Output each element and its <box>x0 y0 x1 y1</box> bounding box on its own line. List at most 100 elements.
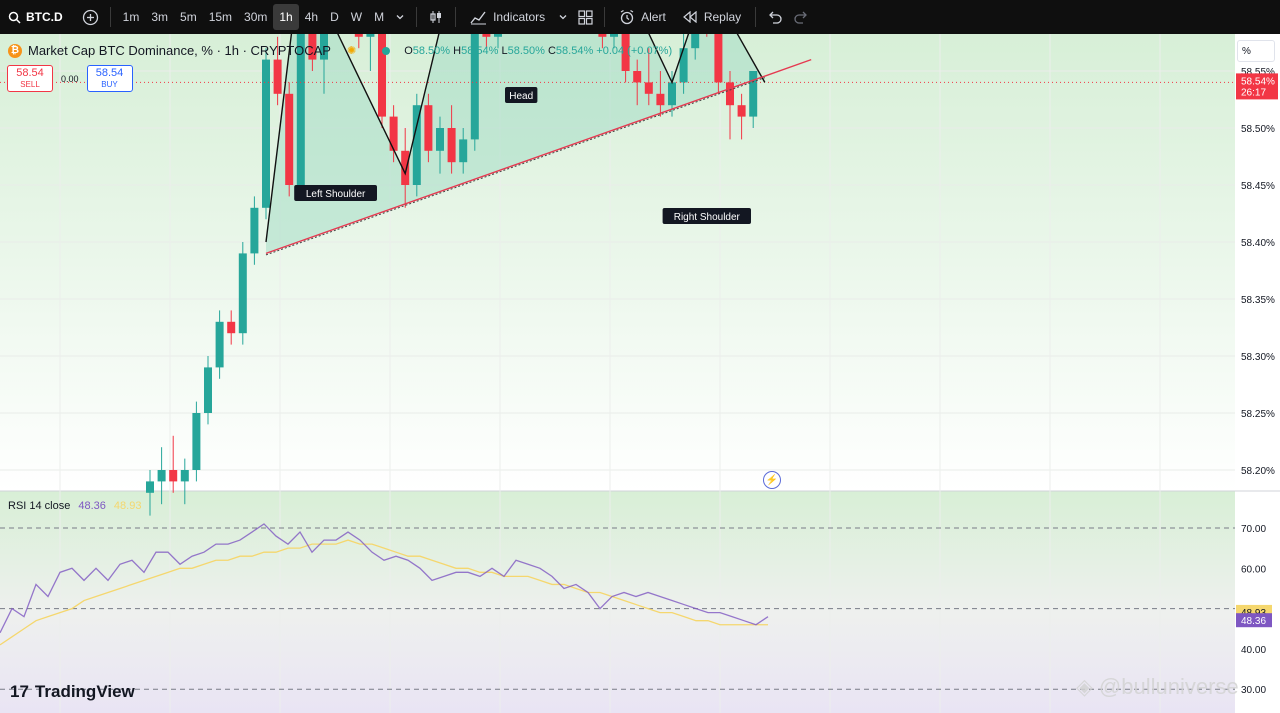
interval-w[interactable]: W <box>345 4 368 30</box>
sell-button[interactable]: 58.54 SELL <box>7 65 53 92</box>
legend-title[interactable]: Market Cap BTC Dominance, % · 1h · CRYPT… <box>28 43 331 58</box>
candle-body <box>169 470 178 482</box>
head-label: Head <box>509 91 533 102</box>
toolbar-divider <box>416 7 418 27</box>
alert-label: Alert <box>641 10 666 24</box>
chart-canvas[interactable]: Left ShoulderHeadRight Shoulder 58.90%58… <box>0 34 1280 713</box>
interval-15m[interactable]: 15m <box>203 4 238 30</box>
candle-body <box>459 139 468 163</box>
symbol-search[interactable]: BTC.D <box>0 4 77 30</box>
interval-30m[interactable]: 30m <box>238 4 273 30</box>
candle-body <box>633 71 642 83</box>
top-toolbar: BTC.D 1m 3m 5m 15m 30m 1h 4h D W M Indic… <box>0 0 1280 34</box>
candle-body <box>436 128 444 151</box>
sun-icon: ✺ <box>346 45 357 57</box>
candle-body <box>262 59 270 208</box>
rsi-legend: RSI 14 close 48.36 48.93 <box>8 500 141 512</box>
candle-body <box>668 82 676 106</box>
indicators-dropdown[interactable] <box>553 4 573 30</box>
candle-body <box>146 481 154 493</box>
candle-body <box>366 34 375 37</box>
candle-body <box>691 34 700 49</box>
interval-3m[interactable]: 3m <box>145 4 174 30</box>
candle-body <box>273 59 282 94</box>
candle-body <box>389 116 398 151</box>
candle-body <box>749 71 758 117</box>
candles-icon <box>428 9 444 25</box>
left-shoulder-label: Left Shoulder <box>306 189 366 200</box>
rsi-tick-label: 60.00 <box>1241 564 1266 575</box>
price-tick-label: 58.50% <box>1241 124 1275 135</box>
rsi-tick-label: 40.00 <box>1241 645 1266 656</box>
toolbar-divider <box>109 7 111 27</box>
rsi-value: 48.36 <box>78 500 106 512</box>
candle-body <box>610 34 618 37</box>
watermark: ◈ @bulluniverse <box>1076 674 1239 700</box>
indicators-label: Indicators <box>493 10 546 24</box>
right-shoulder-label: Right Shoulder <box>674 212 741 223</box>
rsi-title[interactable]: RSI 14 close <box>8 500 70 512</box>
watermark-text: @bulluniverse <box>1098 674 1239 699</box>
interval-d[interactable]: D <box>324 4 345 30</box>
chart-type-button[interactable] <box>423 4 449 30</box>
rsi-tick-label: 70.00 <box>1241 524 1266 535</box>
plus-circle-icon <box>82 9 99 26</box>
chart-area[interactable]: Left ShoulderHeadRight Shoulder 58.90%58… <box>0 34 1280 713</box>
candle-body <box>227 321 236 334</box>
indicators-button[interactable]: Indicators <box>462 4 553 30</box>
interval-5m[interactable]: 5m <box>174 4 203 30</box>
interval-1m[interactable]: 1m <box>117 4 146 30</box>
alert-button[interactable]: Alert <box>611 4 674 30</box>
scale-unit-button[interactable]: % <box>1237 40 1275 62</box>
candle-body <box>412 105 421 185</box>
candle-body <box>157 470 166 482</box>
trade-buttons: 58.54 SELL 0.00 58.54 BUY <box>7 65 133 92</box>
candle-body <box>215 321 224 368</box>
toolbar-divider <box>604 7 606 27</box>
candle-body <box>737 105 746 117</box>
grid-icon <box>578 9 593 25</box>
redo-button[interactable] <box>788 4 814 30</box>
symbol-label: BTC.D <box>26 10 63 24</box>
candle-body <box>714 34 723 83</box>
interval-dropdown[interactable] <box>390 4 410 30</box>
candle-body <box>644 82 653 94</box>
interval-m[interactable]: M <box>368 4 390 30</box>
toolbar-divider <box>755 7 757 27</box>
candle-body <box>494 34 502 37</box>
series-legend: ₿ Market Cap BTC Dominance, % · 1h · CRY… <box>8 43 672 58</box>
tradingview-logo-mark: 17 <box>10 682 29 701</box>
market-status-dot <box>382 46 391 55</box>
buy-button[interactable]: 58.54 BUY <box>86 65 133 92</box>
price-tick-label: 58.30% <box>1241 352 1275 363</box>
candle-body <box>204 367 212 413</box>
chevron-down-icon <box>558 12 568 22</box>
current-price-label: 58.54% <box>1241 76 1275 87</box>
candle-body <box>238 253 247 334</box>
tradingview-logo[interactable]: 17 TradingView <box>10 682 135 702</box>
price-tick-label: 58.25% <box>1241 409 1275 420</box>
tradingview-logo-text: TradingView <box>34 682 135 701</box>
price-tick-label: 58.20% <box>1241 466 1275 477</box>
lightning-icon[interactable]: ⚡ <box>763 471 781 489</box>
replay-button[interactable]: Replay <box>674 4 749 30</box>
rsi-scale-label: 48.36 <box>1241 616 1266 627</box>
candle-body <box>285 93 294 185</box>
toolbar-divider <box>455 7 457 27</box>
candle-body <box>679 48 688 83</box>
candle-body <box>354 34 363 37</box>
undo-button[interactable] <box>762 4 788 30</box>
bitcoin-icon: ₿ <box>8 43 22 58</box>
layouts-button[interactable] <box>573 4 598 30</box>
watermark-logo-icon: ◈ <box>1076 674 1093 699</box>
price-tick-label: 58.45% <box>1241 181 1275 192</box>
candle-body <box>656 93 665 106</box>
price-tick-label: 58.40% <box>1241 238 1275 249</box>
interval-4h[interactable]: 4h <box>299 4 324 30</box>
rsi-ma-value: 48.93 <box>113 500 142 512</box>
alarm-clock-icon <box>619 9 635 25</box>
candle-body <box>424 105 433 151</box>
compare-button[interactable] <box>77 4 104 30</box>
rewind-icon <box>682 11 698 23</box>
interval-1h[interactable]: 1h <box>273 4 299 30</box>
